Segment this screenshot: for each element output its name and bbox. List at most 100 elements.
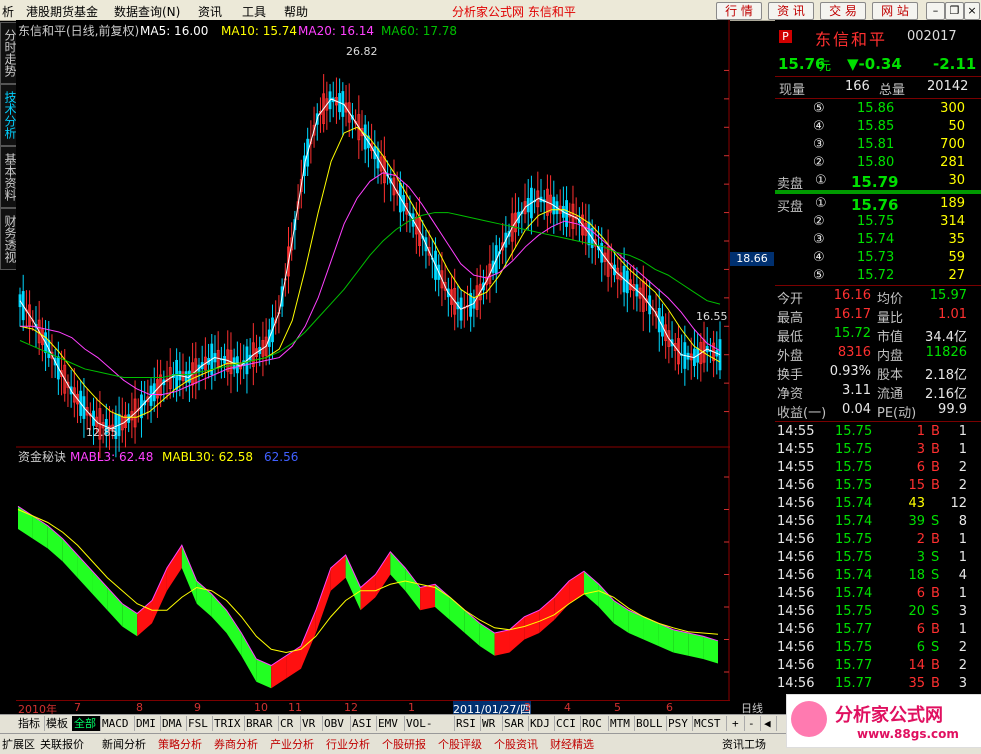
tick-price: 15.74 [835, 514, 873, 529]
stat-value: 3.11 [842, 383, 871, 398]
status-item[interactable]: 个股资讯 [494, 736, 538, 752]
indicator-tab[interactable]: 模板 [44, 716, 73, 731]
tick-price: 15.75 [835, 550, 873, 565]
stat-label: 今开 [777, 292, 804, 307]
indicator-tab[interactable]: ROC [580, 716, 609, 731]
indicator-tab[interactable]: CCI [554, 716, 581, 731]
indicator-tab[interactable]: KDJ [528, 716, 555, 731]
indicator-tab[interactable]: 指标 [16, 716, 45, 731]
tick-price: 15.75 [835, 460, 873, 475]
trade-button[interactable]: 交 易 [820, 2, 866, 20]
stat-label: 均价 [877, 292, 904, 307]
status-item[interactable]: 新闻分析 [102, 736, 146, 752]
tab-technical[interactable]: 技术分析 [0, 84, 17, 146]
status-item[interactable]: 产业分析 [270, 736, 314, 752]
stat-value: 0.04 [842, 402, 871, 417]
window-title: 分析家公式网 东信和平 [452, 5, 576, 19]
indicator-tab[interactable]: 全部 [72, 716, 101, 731]
tick-count: 1 [958, 424, 967, 439]
close-icon[interactable]: × [964, 2, 980, 20]
tab-financials[interactable]: 财务透视 [0, 208, 17, 270]
stat-label: 外盘 [777, 349, 804, 364]
indicator-tab[interactable]: PSY [666, 716, 693, 731]
status-item[interactable]: 扩展区 [2, 736, 35, 752]
total-vol-value: 20142 [927, 79, 969, 94]
ma10-label: MA10: 15.74 [221, 24, 297, 38]
tick-row: 14:56 15.74 18 S 4 [775, 568, 971, 586]
indicator-tab[interactable]: DMI [134, 716, 161, 731]
tick-count: 2 [958, 658, 967, 673]
tick-count: 3 [958, 604, 967, 619]
tick-volume: 6 [916, 640, 925, 655]
status-item[interactable]: 关联报价 [40, 736, 84, 752]
zoom-in-icon[interactable]: + [730, 716, 745, 731]
indicator-tab[interactable]: RSI [454, 716, 481, 731]
website-button[interactable]: 网 站 [872, 2, 918, 20]
stat-row: 净资 3.11 流通 2.16亿 [775, 383, 971, 402]
tick-count: 2 [958, 478, 967, 493]
quotes-button[interactable]: 行 情 [716, 2, 762, 20]
tick-time: 14:56 [777, 514, 815, 529]
menu-bar: 析 港股期货基金 数据查询(N) 资讯 工具 帮助 分析家公式网 东信和平 行 … [0, 0, 981, 21]
indicator-tab[interactable]: OBV [322, 716, 351, 731]
bid-level: ⑤ [813, 268, 825, 283]
status-item[interactable]: 行业分析 [326, 736, 370, 752]
tick-volume: 14 [908, 658, 925, 673]
indicator-tab[interactable]: BRAR [244, 716, 279, 731]
indicator-tab[interactable]: SAR [502, 716, 529, 731]
tick-volume: 3 [916, 550, 925, 565]
bid-level: ① [815, 196, 827, 211]
tick-price: 15.74 [835, 568, 873, 583]
indicator-tab[interactable]: TRIX [212, 716, 245, 731]
indicator-tab[interactable]: VOL-TDX [404, 716, 455, 745]
zoom-out-icon[interactable]: - [746, 716, 761, 731]
time-tick-label: 6 [666, 701, 673, 714]
news-button[interactable]: 资 讯 [768, 2, 814, 20]
indicator-tab[interactable]: WR [480, 716, 503, 731]
scroll-left-icon[interactable]: ◀ [762, 716, 777, 731]
minimize-icon[interactable]: – [926, 2, 945, 20]
indicator-tab[interactable]: MCST [692, 716, 727, 731]
indicator-tab[interactable]: EMV [376, 716, 405, 731]
menu-item-tools[interactable]: 工具 [242, 3, 266, 20]
tick-time: 14:56 [777, 604, 815, 619]
change-percent: -2.11 [933, 55, 977, 73]
period-label[interactable]: 日线 [730, 700, 774, 715]
indicator-tab[interactable]: VR [300, 716, 323, 731]
indicator-tab[interactable]: DMA [160, 716, 187, 731]
tick-side: S [931, 514, 940, 529]
stat-label: 市值 [877, 330, 904, 345]
indicator-tab[interactable]: MTM [608, 716, 635, 731]
tick-time: 14:56 [777, 622, 815, 637]
ma60-label: MA60: 17.78 [381, 24, 457, 38]
tab-fundamentals[interactable]: 基本资料 [0, 146, 17, 208]
stat-value: 2.16亿 [925, 387, 967, 402]
restore-icon[interactable]: ❐ [945, 2, 964, 20]
menu-item-hk-futures[interactable]: 港股期货基金 [26, 3, 98, 20]
status-item[interactable]: 资讯工场 [722, 736, 766, 752]
kline-chart[interactable]: 东信和平(日线,前复权) MA5: 16.00 MA10: 15.74 MA20… [16, 20, 730, 700]
bid-level: ④ [813, 250, 825, 265]
indicator-tab[interactable]: MACD [100, 716, 135, 731]
status-item[interactable]: 策略分析 [158, 736, 202, 752]
stat-value: 11826 [925, 345, 967, 360]
time-tick-label: 10 [254, 701, 268, 714]
status-item[interactable]: 个股研报 [382, 736, 426, 752]
tick-row: 14:56 15.77 35 B 3 [775, 676, 971, 694]
tab-intraday[interactable]: 分时走势 [0, 22, 17, 84]
menu-item-data-query[interactable]: 数据查询(N) [114, 3, 180, 20]
indicator-tab[interactable]: ASI [350, 716, 377, 731]
status-item[interactable]: 个股评级 [438, 736, 482, 752]
stat-label: 股本 [877, 368, 904, 383]
indicator-tab[interactable]: FSL [186, 716, 213, 731]
menu-item-info[interactable]: 资讯 [198, 3, 222, 20]
indicator-tab[interactable]: BOLL [634, 716, 667, 731]
menu-item-help[interactable]: 帮助 [284, 3, 308, 20]
status-item[interactable]: 财经精选 [550, 736, 594, 752]
tick-side: B [931, 478, 940, 493]
status-item[interactable]: 券商分析 [214, 736, 258, 752]
menu-item-analysis[interactable]: 析 [2, 3, 14, 20]
tick-price: 15.75 [835, 424, 873, 439]
tick-side: S [931, 568, 940, 583]
indicator-tab[interactable]: CR [278, 716, 301, 731]
